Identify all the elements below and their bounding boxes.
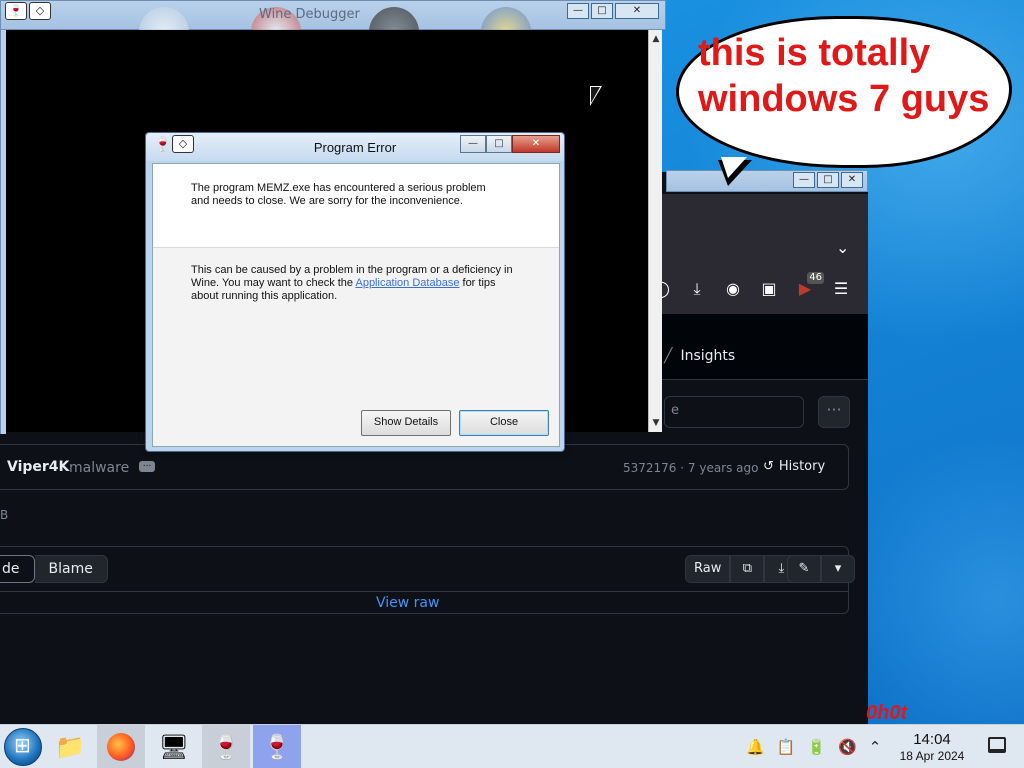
taskbar: 📁 🖥 🍷 🍷 🔔 📋 🔋 🔇 ⌃ 14:04 18 Apr 2024: [0, 724, 1024, 768]
speech-bubble-text: this is totally windows 7 guys: [698, 32, 990, 120]
wine-icon[interactable]: 🍷: [5, 2, 27, 20]
divider: [0, 591, 848, 592]
scroll-down-icon[interactable]: ▼: [649, 416, 663, 430]
commit-meta[interactable]: 5372176 · 7 years ago: [623, 461, 759, 475]
show-desktop-icon[interactable]: [988, 737, 1006, 753]
caret-down-icon[interactable]: ▾: [821, 555, 855, 583]
battery-icon[interactable]: 🔋: [807, 738, 826, 756]
close-icon[interactable]: ✕: [841, 172, 863, 188]
history-link[interactable]: History: [763, 459, 825, 474]
extensions-icon[interactable]: ▣: [758, 278, 780, 300]
raw-button[interactable]: Raw: [685, 555, 731, 583]
system-tray: 🔔 📋 🔋 🔇 ⌃: [746, 725, 881, 768]
wine-debugger-task-icon[interactable]: 🍷: [202, 725, 250, 768]
window-menu-icon[interactable]: ◇: [29, 2, 51, 20]
view-toggle: de Blame: [0, 555, 108, 583]
view-raw-link[interactable]: View raw: [376, 595, 439, 611]
clock-time: 14:04: [913, 731, 951, 748]
maximize-icon[interactable]: □: [817, 172, 839, 188]
secondary-window-controls: — □ ✕: [793, 172, 863, 188]
error-hint: This can be caused by a problem in the p…: [191, 264, 521, 303]
close-icon[interactable]: ✕: [512, 135, 560, 153]
ellipsis-icon[interactable]: ...: [139, 460, 155, 472]
extension-badge: 46: [807, 272, 824, 284]
tab-code[interactable]: de: [0, 555, 35, 583]
clock[interactable]: 14:04 18 Apr 2024: [888, 731, 976, 763]
secondary-window-titlebar[interactable]: — □ ✕: [666, 170, 868, 192]
notification-bell-icon[interactable]: 🔔: [746, 738, 765, 756]
dialog-titlebar[interactable]: 🍷 ◇ Program Error — □ ✕: [146, 133, 564, 161]
vertical-scrollbar[interactable]: ▲ ▼: [648, 30, 662, 432]
window-controls: — □ ✕: [567, 3, 659, 19]
ublock-icon[interactable]: ▶ 46: [794, 272, 824, 300]
menu-icon[interactable]: ☰: [830, 278, 852, 300]
edit-actions: ✎ ▾: [787, 555, 855, 583]
more-options-button[interactable]: ···: [818, 396, 850, 428]
error-message: The program MEMZ.exe has encountered a s…: [191, 182, 486, 207]
start-button[interactable]: [4, 728, 42, 766]
clipboard-icon[interactable]: 📋: [777, 738, 796, 756]
pencil-icon[interactable]: ✎: [787, 555, 821, 583]
dialog-message-area: The program MEMZ.exe has encountered a s…: [153, 164, 559, 248]
tab-blame[interactable]: Blame: [34, 555, 108, 583]
minimize-icon[interactable]: —: [567, 3, 589, 19]
corner-text: 0h0t: [866, 702, 908, 724]
tab-insights[interactable]: Insights: [664, 348, 735, 364]
program-error-task-icon[interactable]: 🍷: [253, 725, 301, 768]
dialog-window-controls: — □ ✕: [460, 135, 560, 153]
window-title: Wine Debugger: [259, 7, 360, 22]
file-search-input[interactable]: e: [664, 396, 804, 428]
mouse-cursor-icon: [590, 86, 602, 106]
application-database-link[interactable]: Application Database: [355, 277, 459, 289]
account-icon[interactable]: ◉: [722, 278, 744, 300]
firefox-icon[interactable]: [97, 725, 145, 768]
minimize-icon[interactable]: —: [793, 172, 815, 188]
chevron-down-icon[interactable]: ⌄: [836, 238, 849, 257]
close-button[interactable]: Close: [459, 410, 549, 436]
toolbar-icons: ◯ ⤓ ◉ ▣ ▶46 ☰: [650, 272, 852, 300]
file-explorer-icon[interactable]: 📁: [46, 725, 94, 768]
file-size: B: [0, 508, 9, 522]
scroll-up-icon[interactable]: ▲: [649, 32, 663, 46]
clock-date: 18 Apr 2024: [899, 749, 965, 763]
maximize-icon[interactable]: □: [591, 3, 613, 19]
commit-message[interactable]: malware: [69, 460, 129, 476]
wine-debugger-titlebar[interactable]: 🍷 ◇ Wine Debugger — □ ✕: [0, 0, 666, 57]
close-icon[interactable]: ✕: [615, 3, 659, 19]
raw-actions: Raw ⧉ ⤓: [685, 555, 799, 583]
chevron-up-icon[interactable]: ⌃: [869, 738, 882, 756]
file-header: de Blame Raw ⧉ ⤓ ✎ ▾ View raw: [0, 546, 855, 614]
program-error-dialog: 🍷 ◇ Program Error — □ ✕ The program MEMZ…: [145, 132, 565, 452]
system-settings-icon[interactable]: 🖥: [150, 725, 198, 768]
volume-muted-icon[interactable]: 🔇: [838, 738, 857, 756]
speech-bubble-tail: [718, 157, 752, 186]
download-icon[interactable]: ⤓: [686, 278, 708, 300]
copy-icon[interactable]: ⧉: [730, 555, 765, 583]
minimize-icon[interactable]: —: [460, 135, 486, 153]
commit-author[interactable]: Viper4K: [7, 459, 69, 475]
show-details-button[interactable]: Show Details: [361, 410, 451, 436]
dialog-content: The program MEMZ.exe has encountered a s…: [152, 163, 560, 447]
maximize-icon[interactable]: □: [486, 135, 512, 153]
search-placeholder: e: [671, 403, 679, 418]
